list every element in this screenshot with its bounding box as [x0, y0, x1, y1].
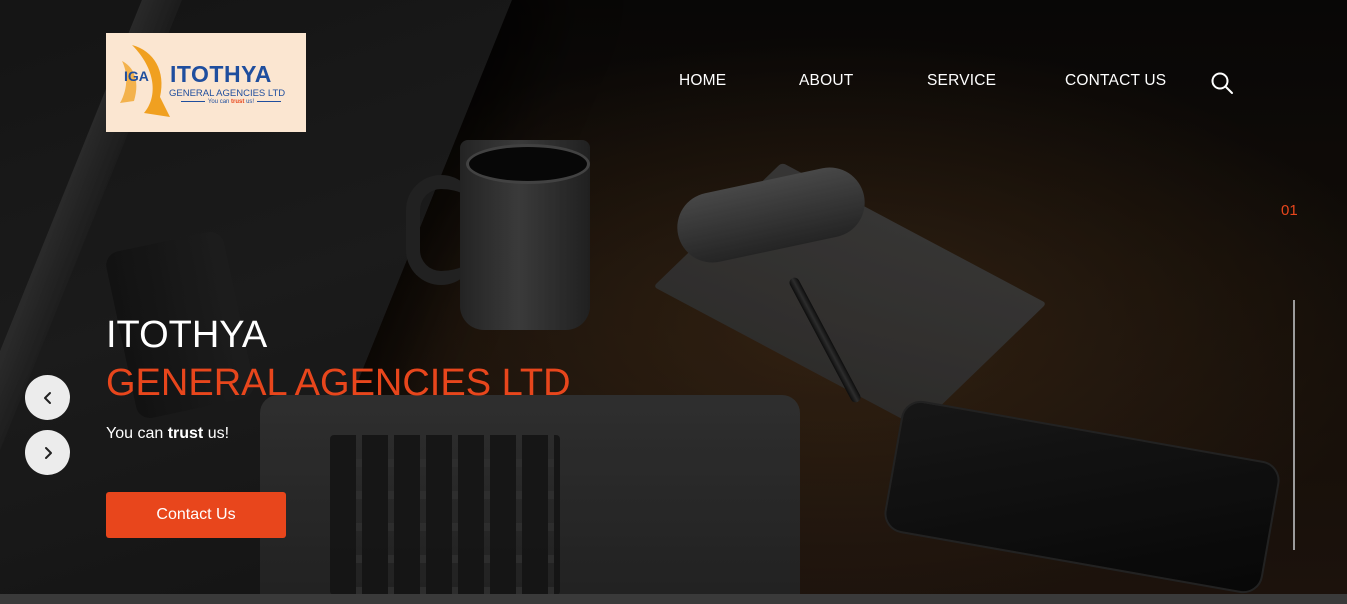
slider-prev-button[interactable] — [25, 375, 70, 420]
search-icon — [1211, 72, 1233, 94]
nav-contact-us[interactable]: CONTACT US — [1065, 72, 1166, 90]
logo-tagline-pre: You can — [207, 99, 230, 105]
slide-progress-track — [1293, 300, 1295, 550]
slide-number: 01 — [1281, 202, 1298, 219]
hero-title-line1: ITOTHYA — [106, 314, 268, 356]
nav-home[interactable]: HOME — [679, 72, 726, 90]
chevron-right-icon — [44, 446, 52, 459]
hero-tagline: You can trust us! — [106, 425, 229, 443]
logo-tagline: You can trust us! — [170, 99, 292, 105]
hero-tagline-pre: You can — [106, 425, 164, 442]
contact-us-button[interactable]: Contact Us — [106, 492, 286, 538]
chevron-left-icon — [43, 391, 51, 404]
site-logo[interactable]: IGA ITOTHYA GENERAL AGENCIES LTD You can… — [106, 33, 306, 132]
logo-name: ITOTHYA — [170, 61, 272, 87]
nav-about[interactable]: ABOUT — [799, 72, 853, 90]
logo-tagline-bold: trust — [231, 99, 245, 105]
bottom-strip — [0, 594, 1347, 604]
nav-service[interactable]: SERVICE — [927, 72, 996, 90]
hero-tagline-post: us! — [207, 425, 230, 442]
logo-mark-icon: IGA — [120, 45, 170, 117]
logo-subname: GENERAL AGENCIES LTD — [169, 88, 286, 99]
slider-next-button[interactable] — [25, 430, 70, 475]
hero-tagline-bold: trust — [167, 425, 204, 442]
logo-tagline-post: us! — [246, 99, 255, 105]
search-button[interactable] — [1210, 71, 1234, 95]
hero-title-line2: GENERAL AGENCIES LTD — [106, 362, 571, 404]
logo-letter-i: IGA — [124, 68, 149, 84]
